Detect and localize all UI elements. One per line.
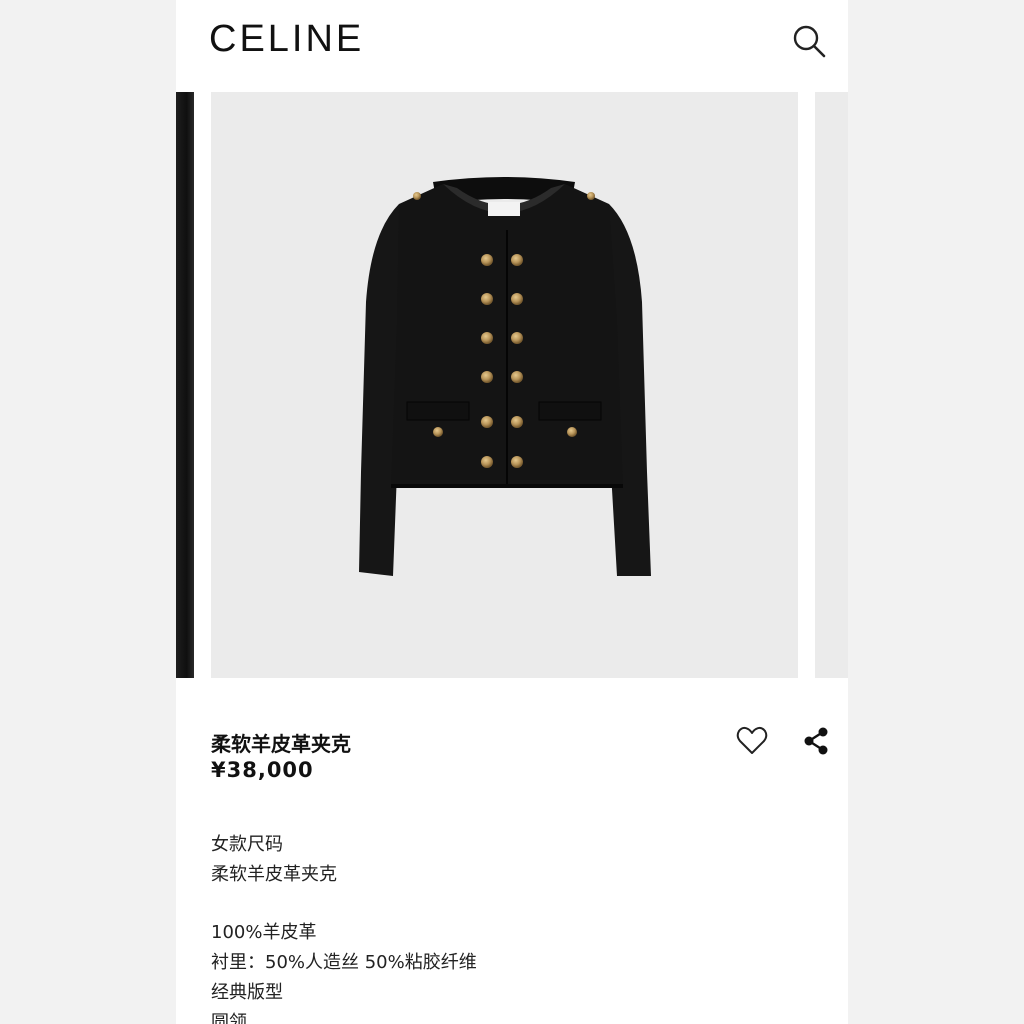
product-name: 柔软羊皮革夹克	[211, 732, 351, 756]
product-description: 女款尺码 柔软羊皮革夹克 100%羊皮革 衬里：50%人造丝 50%粘胶纤维 经…	[211, 830, 811, 1024]
share-button[interactable]	[801, 726, 831, 756]
next-slide-preview[interactable]	[815, 92, 848, 678]
wishlist-button[interactable]	[735, 724, 769, 758]
search-icon	[793, 25, 826, 58]
leather-jacket-image	[359, 177, 651, 576]
brand-logo[interactable]: CELINE	[209, 18, 364, 61]
left-margin	[0, 0, 176, 1024]
previous-slide-preview[interactable]	[176, 92, 194, 678]
description-line: 圆领	[211, 1012, 247, 1024]
heart-icon	[736, 726, 768, 754]
product-image-carousel[interactable]	[176, 92, 848, 678]
description-line: 柔软羊皮革夹克	[211, 864, 337, 885]
product-price: ¥38,000	[211, 758, 314, 782]
description-line: 衬里：50%人造丝 50%粘胶纤维	[211, 952, 477, 973]
description-line: 女款尺码	[211, 834, 283, 855]
mobile-product-page: CELINE 柔软羊皮革夹克 ¥38,000 女款尺码 柔软羊皮革夹克 100%…	[176, 0, 848, 1024]
right-margin	[848, 0, 1024, 1024]
description-line: 100%羊皮革	[211, 922, 317, 943]
description-line: 经典版型	[211, 982, 283, 1003]
search-button[interactable]	[790, 22, 828, 60]
top-header: CELINE	[176, 0, 848, 86]
share-icon	[804, 727, 828, 755]
product-image[interactable]	[211, 92, 798, 678]
page: CELINE 柔软羊皮革夹克 ¥38,000 女款尺码 柔软羊皮革夹克 100%…	[0, 0, 1024, 1024]
